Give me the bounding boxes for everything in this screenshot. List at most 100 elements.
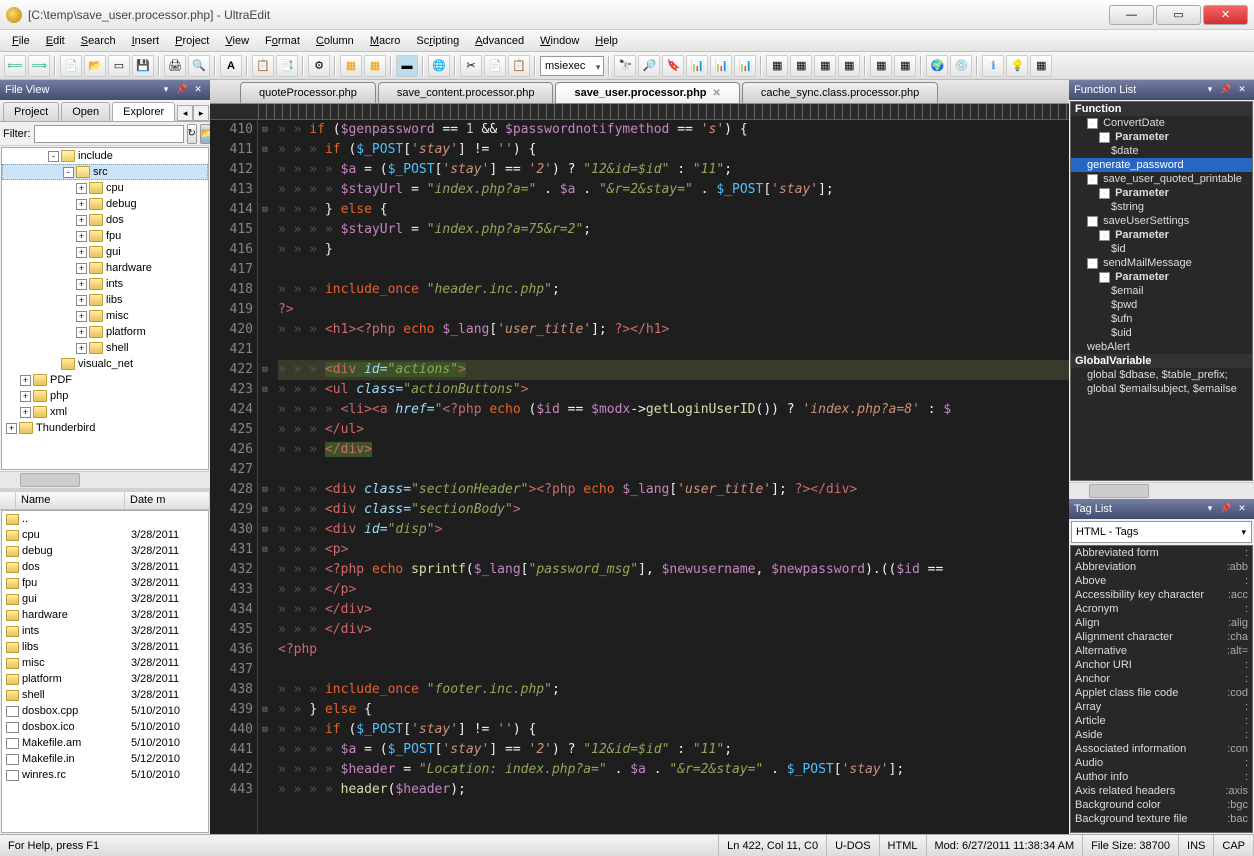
fold-toggle[interactable] [258, 340, 272, 360]
tag-item[interactable]: Article: [1071, 714, 1252, 728]
fn-pin-icon[interactable]: 📌 [1219, 83, 1233, 97]
tb-q[interactable]: ▦ [1030, 55, 1052, 77]
code-line[interactable]: » » » <ul class="actionButtons"> [278, 380, 1069, 400]
tag-group-combo[interactable]: HTML - Tags [1071, 521, 1252, 543]
editor-tab[interactable]: save_user.processor.php✕ [555, 82, 739, 103]
code-line[interactable]: » » » } [278, 240, 1069, 260]
tb-info[interactable]: ℹ [982, 55, 1004, 77]
col-date[interactable]: Date m [125, 492, 210, 509]
tb-list1[interactable]: ▦ [340, 55, 362, 77]
file-row[interactable]: libs3/28/2011 [2, 639, 208, 655]
tag-item[interactable]: Abbreviation:abb [1071, 560, 1252, 574]
function-list[interactable]: Function- ConvertDate- Parameter$dategen… [1070, 101, 1253, 481]
tb-closefile[interactable]: ▭ [108, 55, 130, 77]
tree-item[interactable]: +ints [2, 276, 208, 292]
tb-bold[interactable]: A [220, 55, 242, 77]
tb-t8[interactable]: ▦ [870, 55, 892, 77]
fold-toggle[interactable]: ⊟ [258, 520, 272, 540]
tree-item[interactable]: +xml [2, 404, 208, 420]
fold-toggle[interactable] [258, 600, 272, 620]
fold-column[interactable]: ⊟⊟⊟⊟⊟⊟⊟⊟⊟⊟⊟ [258, 120, 272, 834]
fold-toggle[interactable] [258, 580, 272, 600]
expander-icon[interactable]: + [76, 311, 87, 322]
code-line[interactable]: » » » include_once "header.inc.php"; [278, 280, 1069, 300]
code-lines[interactable]: » » if ($genpassword == 1 && $passwordno… [272, 120, 1069, 834]
code-line[interactable]: » » » <h1><?php echo $_lang['user_title'… [278, 320, 1069, 340]
function-item[interactable]: Function [1071, 102, 1252, 116]
tree-item[interactable]: +libs [2, 292, 208, 308]
tree-item[interactable]: +dos [2, 212, 208, 228]
expander-icon[interactable]: + [76, 183, 87, 194]
filter-input[interactable] [34, 125, 184, 143]
tag-item[interactable]: Alternative:alt= [1071, 644, 1252, 658]
fold-toggle[interactable] [258, 400, 272, 420]
file-row[interactable]: Makefile.in5/12/2010 [2, 751, 208, 767]
tb-tool3[interactable]: ⚙ [308, 55, 330, 77]
code-line[interactable]: » » } else { [278, 700, 1069, 720]
menu-column[interactable]: Column [308, 32, 362, 50]
expander-icon[interactable]: + [6, 423, 17, 434]
expander-icon[interactable]: + [20, 407, 31, 418]
fold-toggle[interactable] [258, 280, 272, 300]
expander-icon[interactable]: - [1087, 216, 1098, 227]
code-line[interactable]: » » » <?php echo sprintf($_lang["passwor… [278, 560, 1069, 580]
tb-bulb[interactable]: 💡 [1006, 55, 1028, 77]
file-row[interactable]: dosbox.ico5/10/2010 [2, 719, 208, 735]
function-item[interactable]: generate_password [1071, 158, 1252, 172]
tree-item[interactable]: +gui [2, 244, 208, 260]
function-item[interactable]: $pwd [1071, 298, 1252, 312]
tag-close-icon[interactable]: ✕ [1235, 502, 1249, 516]
fold-toggle[interactable]: ⊟ [258, 700, 272, 720]
tb-tool1[interactable]: 📋 [252, 55, 274, 77]
menu-format[interactable]: Format [257, 32, 308, 50]
expander-icon[interactable]: + [76, 215, 87, 226]
code-line[interactable]: » » » </div> [278, 600, 1069, 620]
tb-t2[interactable]: 📊 [710, 55, 732, 77]
tree-item[interactable]: +Thunderbird [2, 420, 208, 436]
fold-toggle[interactable] [258, 680, 272, 700]
fold-toggle[interactable] [258, 440, 272, 460]
tab-project[interactable]: Project [3, 102, 59, 121]
fold-toggle[interactable] [258, 460, 272, 480]
fold-toggle[interactable] [258, 300, 272, 320]
function-item[interactable]: - ConvertDate [1071, 116, 1252, 130]
fold-toggle[interactable] [258, 560, 272, 580]
tree-scrollbar[interactable] [0, 471, 210, 488]
tree-item[interactable]: visualc_net [2, 356, 208, 372]
tb-world[interactable]: 🌍 [926, 55, 948, 77]
tb-tool2[interactable]: 📑 [276, 55, 298, 77]
code-line[interactable]: <?php [278, 640, 1069, 660]
code-line[interactable]: » » » » <li><a href="<?php echo ($id == … [278, 400, 1069, 420]
fold-toggle[interactable] [258, 740, 272, 760]
tag-item[interactable]: Alignment character:cha [1071, 630, 1252, 644]
menu-window[interactable]: Window [532, 32, 587, 50]
expander-icon[interactable]: + [76, 279, 87, 290]
function-item[interactable]: - saveUserSettings [1071, 214, 1252, 228]
fold-toggle[interactable]: ⊟ [258, 500, 272, 520]
file-row[interactable]: shell3/28/2011 [2, 687, 208, 703]
tb-find[interactable]: 🔭 [614, 55, 636, 77]
menu-edit[interactable]: Edit [38, 32, 73, 50]
function-item[interactable]: global $emailsubject, $emailse [1071, 382, 1252, 396]
file-row[interactable]: platform3/28/2011 [2, 671, 208, 687]
tb-search-combo[interactable]: msiexec [540, 56, 604, 76]
tb-list2[interactable]: ▦ [364, 55, 386, 77]
fold-toggle[interactable] [258, 760, 272, 780]
expander-icon[interactable]: - [1099, 272, 1110, 283]
menu-help[interactable]: Help [587, 32, 626, 50]
fold-toggle[interactable]: ⊟ [258, 380, 272, 400]
code-line[interactable]: » » » include_once "footer.inc.php"; [278, 680, 1069, 700]
tb-new[interactable]: 📄 [60, 55, 82, 77]
filter-refresh-button[interactable]: ↻ [187, 124, 197, 144]
code-line[interactable]: » » » » header($header); [278, 780, 1069, 800]
tree-item[interactable]: +misc [2, 308, 208, 324]
tag-item[interactable]: Audio: [1071, 756, 1252, 770]
file-row[interactable]: Makefile.am5/10/2010 [2, 735, 208, 751]
menu-search[interactable]: Search [73, 32, 124, 50]
tag-item[interactable]: Accessibility key character:acc [1071, 588, 1252, 602]
file-row[interactable]: debug3/28/2011 [2, 543, 208, 559]
tb-highlight[interactable]: ▬ [396, 55, 418, 77]
tb-disk[interactable]: 💿 [950, 55, 972, 77]
editor-tab[interactable]: quoteProcessor.php [240, 82, 376, 103]
fold-toggle[interactable] [258, 780, 272, 800]
